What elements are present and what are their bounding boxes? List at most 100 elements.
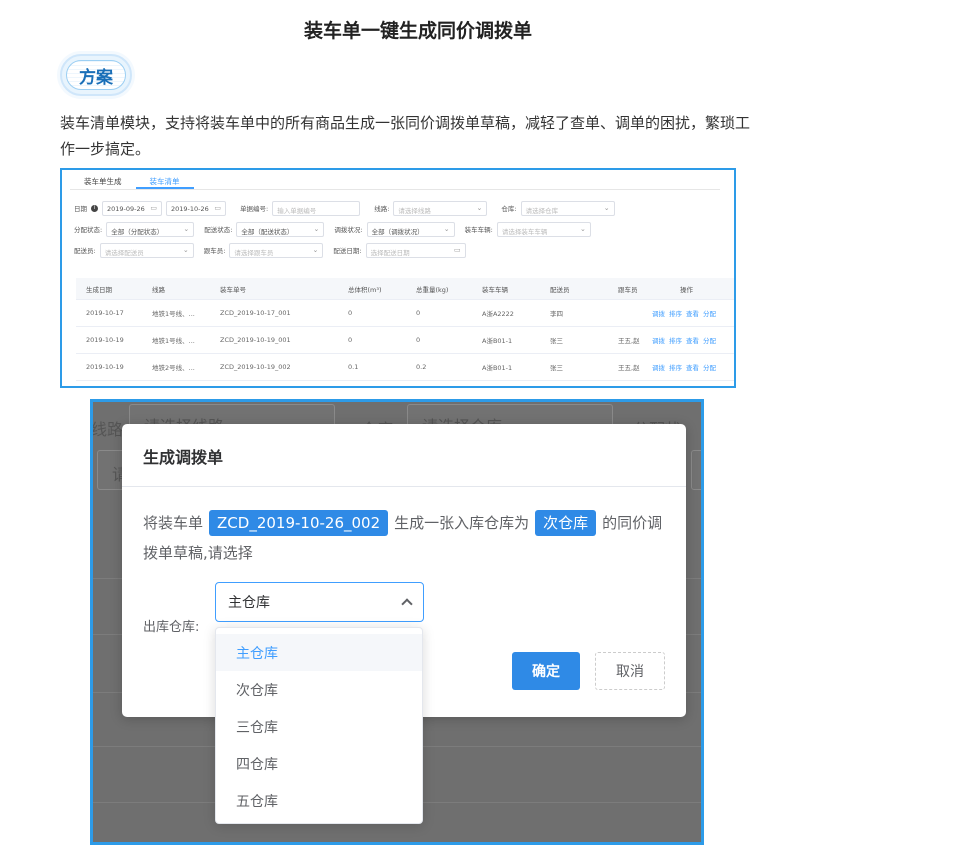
cell-volume: 0 — [348, 309, 353, 317]
dropdown-option-second[interactable]: 次仓库 — [216, 671, 422, 708]
cell-order-no: ZCD_2019-10-17_001 — [220, 309, 291, 317]
bg-input-right — [691, 450, 701, 490]
col-header: 装车单号 — [220, 285, 246, 294]
date-end-input[interactable]: 2019-10-26 ▭ — [166, 200, 226, 216]
cell-route: 地铁2号线、... — [152, 364, 195, 372]
calendar-icon: ▭ — [214, 203, 221, 212]
order-no-label: 单据编号: — [240, 205, 269, 213]
transfer-dialog-screenshot: 线路： 请选择线路 仓库： 请选择仓库 分配状态： 请 生成调拨单 将装车单ZC… — [90, 399, 704, 845]
sort-link[interactable]: 排序 — [669, 335, 682, 345]
dropdown-option-third[interactable]: 三仓库 — [216, 708, 422, 745]
cell-volume: 0.1 — [348, 363, 359, 371]
tab-loading-list[interactable]: 装车清单 — [135, 172, 194, 189]
modal-message: 将装车单 ZCD_2019-10-26_002 生成一张入库仓库为 次仓库 的同价调拨单… — [143, 508, 673, 568]
modal-title: 生成调拨单 — [143, 448, 224, 467]
cell-weight: 0 — [416, 336, 421, 344]
order-no-tag: ZCD_2019-10-26_002 — [209, 510, 389, 536]
chevron-down-icon: ⌄ — [183, 224, 190, 233]
chevron-down-icon: ⌄ — [603, 203, 610, 212]
confirm-button[interactable]: 确定 — [512, 652, 580, 690]
page: 装车单一键生成同价调拨单 方案 装车清单模块，支持将装车单中的所有商品生成一张同… — [0, 0, 956, 861]
dropdown-option-main[interactable]: 主仓库 — [216, 634, 422, 671]
dropdown-option-fifth[interactable]: 五仓库 — [216, 782, 422, 819]
cell-ops: 调拨 排序 查看 分配 — [652, 354, 720, 380]
cell-courier: 张三 — [550, 337, 563, 345]
assign-link[interactable]: 分配 — [703, 308, 716, 318]
courier-select[interactable]: 请选择配送员 ⌄ — [99, 242, 194, 258]
cell-weight: 0.2 — [416, 363, 427, 371]
delivery-date-input[interactable]: 选择配送日期 ▭ — [365, 242, 466, 258]
dropdown-option-fourth[interactable]: 四仓库 — [216, 745, 422, 782]
assign-link[interactable]: 分配 — [703, 335, 716, 345]
cell-follower: 王五,赵 — [618, 337, 640, 345]
transfer-status-select[interactable]: 全部（调拨状况） ⌄ — [366, 221, 455, 237]
warehouse-dropdown: 主仓库 次仓库 三仓库 四仓库 五仓库 — [215, 627, 423, 824]
cell-date: 2019-10-19 — [86, 363, 124, 371]
filter-row-1: 日期 i 2019-09-26 ▭ 2019-10-26 ▭ 单据编号: 输入单据编… — [74, 200, 615, 216]
table-header: 生成日期 线路 装车单号 总体积(m³) 总重量(kg) 装车车辆 配送员 跟车… — [76, 278, 734, 300]
order-no-input[interactable]: 输入单据编号 — [272, 200, 361, 216]
cell-route: 地铁1号线、... — [152, 310, 195, 318]
chevron-down-icon: ⌄ — [443, 224, 450, 233]
date-start-input[interactable]: 2019-09-26 ▭ — [102, 200, 162, 216]
outbound-warehouse-select[interactable]: 主仓库 — [215, 582, 424, 622]
cell-courier: 张三 — [550, 364, 563, 372]
cell-order-no: ZCD_2019-10-19_002 — [220, 363, 291, 371]
table-row: 2019-10-19 地铁1号线、... ZCD_2019-10-19_001 … — [76, 327, 734, 354]
loading-list-screenshot: 装车单生成 装车清单 日期 i 2019-09-26 ▭ 2019-10-26 ▭ … — [60, 168, 736, 388]
info-icon: i — [91, 204, 98, 212]
transfer-link[interactable]: 调拨 — [652, 335, 665, 345]
delivery-status-select[interactable]: 全部（配送状态） ⌄ — [236, 221, 325, 237]
msg-prefix: 将装车单 — [143, 514, 204, 532]
select-value: 主仓库 — [228, 595, 270, 611]
vehicle-label: 装车车辆: — [464, 226, 493, 234]
alloc-label: 分配状态: — [74, 226, 103, 234]
view-link[interactable]: 查看 — [686, 308, 699, 318]
chevron-down-icon: ⌄ — [579, 224, 586, 233]
cell-vehicle: A浙B01-1 — [482, 337, 513, 345]
cancel-button[interactable]: 取消 — [595, 652, 665, 690]
transfer-link[interactable]: 调拨 — [652, 308, 665, 318]
alloc-select[interactable]: 全部（分配状态） ⌄ — [106, 221, 195, 237]
delivery-date-label: 配送日期: — [333, 247, 362, 255]
chevron-down-icon: ⌄ — [476, 203, 483, 212]
badge-label: 方案 — [79, 67, 113, 88]
col-header: 装车车辆 — [482, 285, 508, 294]
transfer-status-label: 调拨状况: — [334, 226, 363, 234]
table-row: 2019-10-17 地铁1号线、... ZCD_2019-10-17_001 … — [76, 300, 734, 327]
cell-date: 2019-10-19 — [86, 336, 124, 344]
col-header: 生成日期 — [86, 285, 112, 294]
sort-link[interactable]: 排序 — [669, 308, 682, 318]
warehouse-select[interactable]: 请选择仓库 ⌄ — [520, 200, 615, 216]
cell-route: 地铁1号线、... — [152, 337, 195, 345]
col-header: 跟车员 — [618, 285, 638, 294]
warehouse-label: 仓库: — [501, 205, 517, 213]
delivery-status-label: 配送状态: — [204, 226, 233, 234]
filter-row-2: 分配状态: 全部（分配状态） ⌄ 配送状态: 全部（配送状态） ⌄ 调拨状况: 全部… — [74, 221, 591, 237]
route-label: 线路: — [374, 205, 390, 213]
chevron-up-icon — [401, 598, 413, 610]
col-header: 线路 — [152, 285, 165, 294]
cell-courier: 李四 — [550, 310, 563, 318]
inbound-warehouse-tag: 次仓库 — [535, 510, 597, 536]
chevron-down-icon: ⌄ — [182, 245, 189, 254]
route-select[interactable]: 请选择线路 ⌄ — [393, 200, 488, 216]
view-link[interactable]: 查看 — [686, 335, 699, 345]
solution-badge: 方案 — [60, 54, 132, 96]
cell-weight: 0 — [416, 309, 421, 317]
calendar-icon: ▭ — [453, 245, 461, 254]
col-header: 总体积(m³) — [348, 285, 382, 294]
transfer-link[interactable]: 调拨 — [652, 362, 665, 372]
cell-ops: 调拨 排序 查看 分配 — [652, 327, 720, 353]
assign-link[interactable]: 分配 — [703, 362, 716, 372]
modal-divider — [122, 486, 686, 487]
tab-bar: 装车单生成 装车清单 — [70, 172, 720, 190]
follower-select[interactable]: 请选择跟车员 ⌄ — [229, 242, 324, 258]
tab-loading-generate[interactable]: 装车单生成 — [70, 172, 136, 189]
vehicle-select[interactable]: 请选择装车车辆 ⌄ — [496, 221, 591, 237]
col-header: 配送员 — [550, 285, 570, 294]
sort-link[interactable]: 排序 — [669, 362, 682, 372]
table-row: 2019-10-19 地铁2号线、... ZCD_2019-10-19_002 … — [76, 354, 734, 381]
msg-middle: 生成一张入库仓库为 — [394, 514, 530, 532]
view-link[interactable]: 查看 — [686, 362, 699, 372]
